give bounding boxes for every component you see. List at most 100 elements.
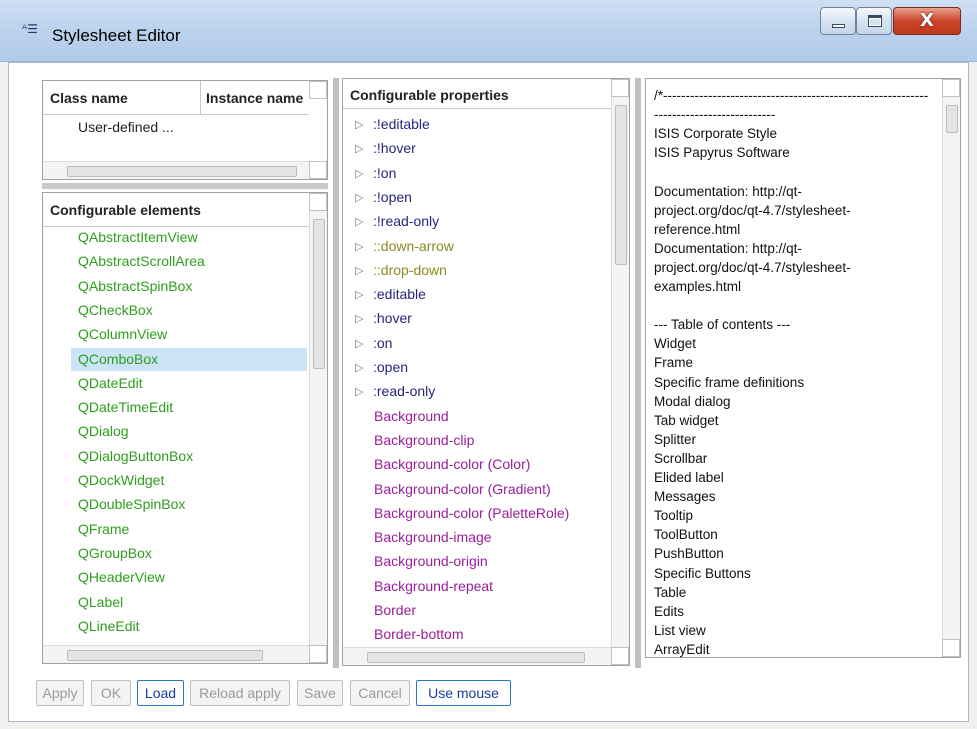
text-line: Table — [654, 584, 687, 600]
element-list-item[interactable]: QFrame — [78, 521, 129, 537]
element-list-item[interactable]: QDateEdit — [78, 375, 143, 391]
class-table-hscrollbar[interactable] — [43, 161, 309, 179]
maximize-button[interactable] — [856, 7, 892, 35]
element-list-item[interactable]: QDoubleSpinBox — [78, 496, 185, 512]
text-line: Splitter — [654, 431, 697, 447]
expand-arrow-icon[interactable]: ▷ — [355, 264, 363, 277]
property-list-item[interactable]: Background-image — [374, 529, 492, 545]
property-list-item[interactable]: :!hover — [373, 140, 416, 156]
save-button[interactable]: Save — [297, 680, 343, 706]
scroll-thumb[interactable] — [67, 650, 263, 661]
property-list-item[interactable]: Background-repeat — [374, 578, 493, 594]
property-list-item[interactable]: :!read-only — [373, 213, 439, 229]
class-row[interactable]: User-defined ... — [78, 119, 174, 135]
property-list-item[interactable]: :!open — [373, 189, 412, 205]
expand-arrow-icon[interactable]: ▷ — [355, 240, 363, 253]
element-list-item[interactable]: QAbstractSpinBox — [78, 278, 192, 294]
element-list-item[interactable]: QDialog — [78, 423, 129, 439]
element-list-item[interactable]: QComboBox — [78, 351, 158, 367]
property-list-item[interactable]: Background-clip — [374, 432, 474, 448]
expand-arrow-icon[interactable]: ▷ — [355, 337, 363, 350]
right-splitter[interactable] — [635, 78, 641, 668]
cancel-button[interactable]: Cancel — [350, 680, 410, 706]
scroll-thumb[interactable] — [67, 166, 297, 177]
elements-panel: Configurable elements QAbstractItemView Q… — [42, 192, 328, 664]
text-vscrollbar[interactable] — [942, 97, 960, 639]
properties-vscrollbar[interactable] — [611, 97, 629, 647]
text-line: reference.html — [654, 221, 741, 237]
expand-arrow-icon[interactable]: ▷ — [355, 215, 363, 228]
property-list-item[interactable]: Border-bottom — [374, 626, 463, 642]
close-button[interactable]: X — [893, 7, 961, 35]
property-list-item[interactable]: :hover — [373, 310, 412, 326]
property-list-item[interactable]: :editable — [373, 286, 426, 302]
elements-hscrollbar[interactable] — [43, 645, 309, 663]
property-list-item[interactable]: :open — [373, 359, 408, 375]
expand-arrow-icon[interactable]: ▷ — [355, 312, 363, 325]
ok-button[interactable]: OK — [91, 680, 131, 706]
middle-splitter[interactable] — [333, 78, 339, 668]
property-list-item[interactable]: Background-color (Gradient) — [374, 481, 551, 497]
elements-vscrollbar[interactable] — [309, 211, 327, 645]
left-splitter[interactable] — [42, 183, 328, 189]
text-line: List view — [654, 622, 706, 638]
scroll-thumb[interactable] — [367, 652, 585, 663]
property-list-item[interactable]: :!on — [373, 165, 396, 181]
scroll-thumb[interactable] — [313, 219, 325, 369]
element-list-item[interactable]: QLabel — [78, 594, 123, 610]
property-list-item[interactable]: :on — [373, 335, 392, 351]
element-list-item[interactable]: QAbstractItemView — [78, 229, 198, 245]
text-line: /*--------------------------------------… — [654, 88, 929, 103]
scroll-thumb[interactable] — [946, 105, 958, 133]
expand-arrow-icon[interactable]: ▷ — [355, 361, 363, 374]
corner-box — [942, 639, 960, 657]
column-class-name[interactable]: Class name — [50, 90, 128, 106]
text-line: Scrollbar — [654, 450, 708, 466]
maximize-icon — [868, 15, 882, 27]
column-instance-name[interactable]: Instance name — [206, 90, 303, 106]
expand-arrow-icon[interactable]: ▷ — [355, 288, 363, 301]
element-list-item[interactable]: QDialogButtonBox — [78, 448, 193, 464]
element-list-item[interactable]: QColumnView — [78, 326, 167, 342]
use-mouse-button[interactable]: Use mouse — [416, 680, 511, 706]
elements-header[interactable]: Configurable elements — [43, 193, 309, 227]
reload-apply-button[interactable]: Reload apply — [190, 680, 290, 706]
property-list-item[interactable]: Background-color (Color) — [374, 456, 530, 472]
text-line: ISIS Papyrus Software — [654, 145, 790, 161]
stylesheet-text-view[interactable]: /*--------------------------------------… — [645, 78, 961, 658]
text-line: Elided label — [654, 470, 724, 485]
minimize-button[interactable] — [820, 7, 856, 35]
expand-arrow-icon[interactable]: ▷ — [355, 385, 363, 398]
property-list-item[interactable]: Background-origin — [374, 553, 488, 569]
title-bar[interactable]: ᴬ☰ Stylesheet Editor X — [0, 0, 977, 62]
property-list-item[interactable]: ::drop-down — [373, 262, 447, 278]
property-list-item[interactable]: Background-color (PaletteRole) — [374, 505, 569, 521]
text-line: PushButton — [654, 546, 724, 562]
corner-box — [309, 193, 327, 211]
property-list-item[interactable]: Border — [374, 602, 416, 618]
expand-arrow-icon[interactable]: ▷ — [355, 191, 363, 204]
corner-box — [309, 161, 327, 179]
expand-arrow-icon[interactable]: ▷ — [355, 142, 363, 155]
apply-button[interactable]: Apply — [36, 680, 84, 706]
property-list-item[interactable]: Background — [374, 408, 449, 424]
load-button[interactable]: Load — [137, 680, 184, 706]
element-list-item[interactable]: QCheckBox — [78, 302, 153, 318]
element-list-item[interactable]: QHeaderView — [78, 569, 165, 585]
element-list-item[interactable]: QAbstractScrollArea — [78, 253, 205, 269]
element-list-item[interactable]: QGroupBox — [78, 545, 152, 561]
text-line: ArrayEdit — [654, 641, 710, 657]
stylesheet-editor-window: ᴬ☰ Stylesheet Editor X Class name Instan… — [0, 0, 977, 729]
property-list-item[interactable]: :read-only — [373, 383, 435, 399]
properties-hscrollbar[interactable] — [343, 647, 611, 665]
stylesheet-editor-icon: ᴬ☰ — [22, 22, 38, 36]
element-list-item[interactable]: QDateTimeEdit — [78, 399, 173, 415]
element-list-item[interactable]: QLineEdit — [78, 618, 139, 634]
property-list-item[interactable]: ::down-arrow — [373, 238, 454, 254]
expand-arrow-icon[interactable]: ▷ — [355, 118, 363, 131]
property-list-item[interactable]: :!editable — [373, 116, 430, 132]
properties-header[interactable]: Configurable properties — [343, 79, 611, 109]
expand-arrow-icon[interactable]: ▷ — [355, 167, 363, 180]
element-list-item[interactable]: QDockWidget — [78, 472, 164, 488]
scroll-thumb[interactable] — [615, 105, 627, 265]
